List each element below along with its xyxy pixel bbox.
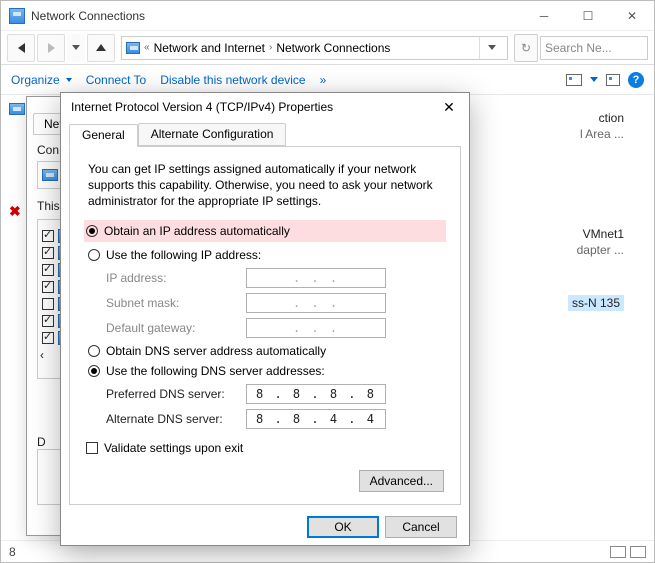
preferred-dns-input[interactable]: 8 . 8 . 8 . 8: [246, 384, 386, 404]
dialog-footer: OK Cancel: [61, 509, 469, 545]
advanced-button[interactable]: Advanced...: [359, 470, 444, 492]
close-button[interactable]: ✕: [610, 1, 654, 31]
ok-button[interactable]: OK: [307, 516, 379, 538]
checkbox-icon[interactable]: [42, 247, 54, 259]
subnet-mask-label: Subnet mask:: [106, 296, 246, 310]
dialog-content: You can get IP settings assigned automat…: [69, 147, 461, 505]
back-button[interactable]: [7, 34, 35, 62]
cancel-button[interactable]: Cancel: [385, 516, 457, 538]
command-bar: Organize Connect To Disable this network…: [1, 65, 654, 95]
radio-use-dns[interactable]: Use the following DNS server addresses:: [88, 364, 442, 378]
history-button[interactable]: [67, 34, 85, 62]
up-button[interactable]: [87, 34, 115, 62]
search-input[interactable]: Search Ne...: [540, 36, 648, 60]
dialog-title: Internet Protocol Version 4 (TCP/IPv4) P…: [71, 100, 439, 114]
alternate-dns-label: Alternate DNS server:: [106, 412, 246, 426]
refresh-button[interactable]: [479, 37, 503, 59]
ip-address-label: IP address:: [106, 271, 246, 285]
preview-pane-icon[interactable]: [606, 74, 620, 86]
connect-to-button[interactable]: Connect To: [86, 73, 147, 87]
chevron-right-icon: ›: [269, 42, 272, 53]
address-bar: « Network and Internet › Network Connect…: [1, 31, 654, 65]
view-options-icon[interactable]: [566, 74, 582, 86]
dialog-tabs: General Alternate Configuration: [69, 123, 461, 147]
network-icon: [9, 8, 25, 24]
forward-button[interactable]: [37, 34, 65, 62]
search-placeholder: Search Ne...: [545, 41, 612, 55]
checkbox-icon[interactable]: [42, 332, 54, 344]
checkbox-icon[interactable]: [42, 315, 54, 327]
ip-address-input: . . .: [246, 268, 386, 288]
device-2-title: VMnet1: [583, 227, 624, 241]
organize-menu[interactable]: Organize: [11, 73, 72, 87]
default-gateway-input: . . .: [246, 318, 386, 338]
breadcrumb-seg1[interactable]: Network and Internet: [154, 41, 265, 55]
window-title: Network Connections: [31, 9, 522, 23]
device-2-subtitle: dapter ...: [577, 243, 624, 257]
checkbox-icon[interactable]: [42, 230, 54, 242]
more-commands[interactable]: »: [320, 73, 327, 87]
device-1-subtitle: l Area ...: [580, 127, 624, 141]
minimize-button[interactable]: ─: [522, 1, 566, 31]
validate-settings-checkbox[interactable]: Validate settings upon exit: [86, 441, 444, 455]
dialog-titlebar: Internet Protocol Version 4 (TCP/IPv4) P…: [61, 93, 469, 121]
ipv4-properties-dialog: Internet Protocol Version 4 (TCP/IPv4) P…: [60, 92, 470, 546]
item-count: 8: [9, 545, 16, 559]
help-icon[interactable]: ?: [628, 72, 644, 88]
radio-label: Obtain DNS server address automatically: [106, 344, 326, 358]
parent-titlebar: Network Connections ─ ☐ ✕: [1, 1, 654, 31]
alternate-dns-input[interactable]: 8 . 8 . 4 . 4: [246, 409, 386, 429]
tab-alternate-configuration[interactable]: Alternate Configuration: [138, 123, 287, 146]
device-1-title: ction: [599, 111, 624, 125]
breadcrumb-icon: [126, 42, 140, 54]
radio-obtain-dns-auto[interactable]: Obtain DNS server address automatically: [88, 344, 442, 358]
tab-general[interactable]: General: [69, 124, 138, 147]
disable-device-button[interactable]: Disable this network device: [160, 73, 305, 87]
checkbox-label: Validate settings upon exit: [104, 441, 243, 455]
breadcrumb-seg2[interactable]: Network Connections: [276, 41, 390, 55]
radio-icon[interactable]: [88, 365, 100, 377]
subnet-mask-input: . . .: [246, 293, 386, 313]
view-dropdown-icon[interactable]: [590, 77, 598, 82]
default-gateway-label: Default gateway:: [106, 321, 246, 335]
radio-label: Obtain an IP address automatically: [104, 224, 290, 238]
checkbox-icon[interactable]: [42, 281, 54, 293]
radio-use-ip[interactable]: Use the following IP address:: [88, 248, 442, 262]
breadcrumb-bar[interactable]: « Network and Internet › Network Connect…: [121, 36, 508, 60]
radio-icon[interactable]: [88, 249, 100, 261]
wifi-status-icon: [9, 103, 25, 115]
checkbox-icon[interactable]: [86, 442, 98, 454]
details-view-icon[interactable]: [610, 546, 626, 558]
refresh-icon[interactable]: ↻: [514, 34, 538, 62]
disabled-adapter-icon: ✖: [9, 203, 21, 220]
maximize-button[interactable]: ☐: [566, 1, 610, 31]
preferred-dns-label: Preferred DNS server:: [106, 387, 246, 401]
radio-label: Use the following IP address:: [106, 248, 261, 262]
checkbox-icon[interactable]: [42, 298, 54, 310]
radio-icon[interactable]: [86, 225, 98, 237]
breadcrumb-sep-icon: «: [144, 42, 150, 53]
checkbox-icon[interactable]: [42, 264, 54, 276]
dialog-close-button[interactable]: ✕: [439, 97, 459, 117]
radio-obtain-ip-auto[interactable]: Obtain an IP address automatically: [84, 220, 446, 242]
large-icons-view-icon[interactable]: [630, 546, 646, 558]
explain-text: You can get IP settings assigned automat…: [88, 161, 442, 210]
device-3-title[interactable]: ss-N 135: [568, 295, 624, 311]
adapter-icon: [42, 169, 58, 181]
radio-label: Use the following DNS server addresses:: [106, 364, 325, 378]
radio-icon[interactable]: [88, 345, 100, 357]
